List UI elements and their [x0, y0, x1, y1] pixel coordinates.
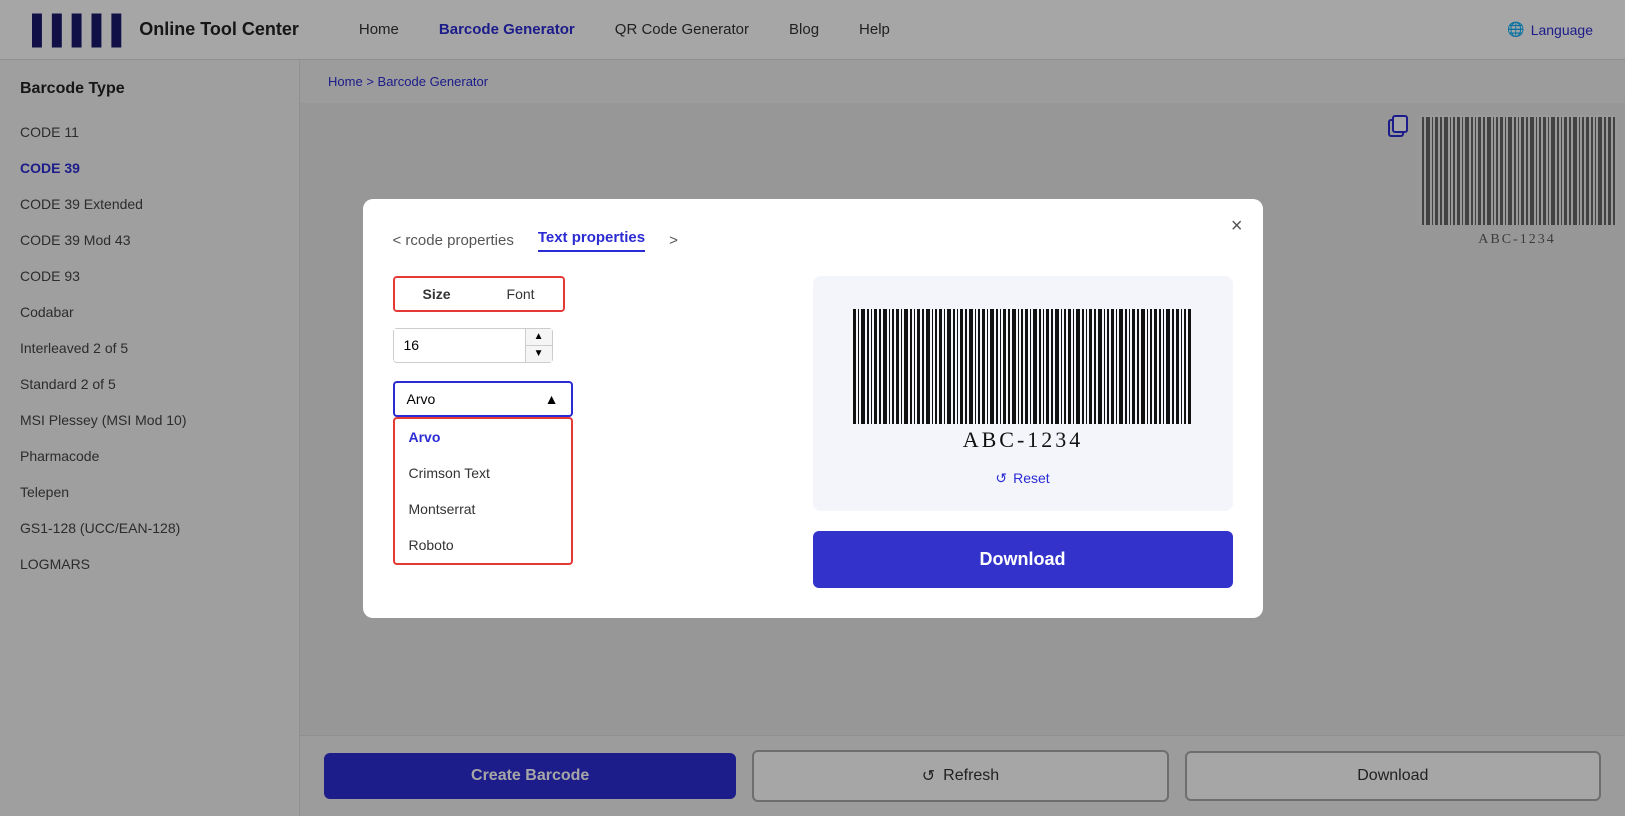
font-option-roboto[interactable]: Roboto	[395, 527, 571, 563]
size-input[interactable]	[394, 329, 525, 361]
barcode-preview-box: ABC-1234 ↺ Reset	[813, 276, 1233, 511]
barcode-preview-svg: ABC-1234	[843, 300, 1203, 460]
modal-left-panel: Size Font ▲ ▼ Arvo ▲	[393, 276, 789, 588]
prop-tab-font[interactable]: Font	[479, 278, 563, 310]
modal: × < rcode properties Text properties > S…	[363, 199, 1263, 618]
reset-button[interactable]: ↺ Reset	[995, 470, 1049, 487]
font-option-crimson[interactable]: Crimson Text	[395, 455, 571, 491]
modal-tab-text-properties[interactable]: Text properties	[538, 229, 645, 252]
reset-label: Reset	[1013, 470, 1050, 486]
modal-close-button[interactable]: ×	[1231, 215, 1243, 238]
svg-text:ABC-1234: ABC-1234	[962, 427, 1083, 452]
font-dropdown: Arvo Crimson Text Montserrat Roboto	[393, 417, 573, 565]
font-selected-label: Arvo	[407, 391, 436, 407]
download-button[interactable]: Download	[813, 531, 1233, 588]
font-option-arvo[interactable]: Arvo	[395, 419, 571, 455]
modal-tab-next[interactable]: >	[669, 232, 678, 249]
chevron-up-icon: ▲	[545, 391, 559, 407]
font-select-wrapper: Arvo ▲ Arvo Crimson Text Montserrat Robo…	[393, 381, 789, 417]
reset-icon: ↺	[995, 470, 1007, 487]
modal-overlay: × < rcode properties Text properties > S…	[0, 0, 1625, 816]
modal-tab-prev[interactable]: < rcode properties	[393, 232, 514, 249]
property-tabs: Size Font	[393, 276, 565, 312]
size-decrement-button[interactable]: ▼	[526, 346, 552, 362]
size-increment-button[interactable]: ▲	[526, 329, 552, 346]
font-option-montserrat[interactable]: Montserrat	[395, 491, 571, 527]
modal-body: Size Font ▲ ▼ Arvo ▲	[393, 276, 1233, 588]
size-input-wrapper: ▲ ▼	[393, 328, 553, 363]
size-stepper: ▲ ▼	[525, 329, 552, 362]
modal-tab-bar: < rcode properties Text properties >	[393, 229, 1233, 252]
font-dropdown-button[interactable]: Arvo ▲	[393, 381, 573, 417]
prop-tab-size[interactable]: Size	[395, 278, 479, 310]
modal-right-panel: ABC-1234 ↺ Reset Download	[813, 276, 1233, 588]
